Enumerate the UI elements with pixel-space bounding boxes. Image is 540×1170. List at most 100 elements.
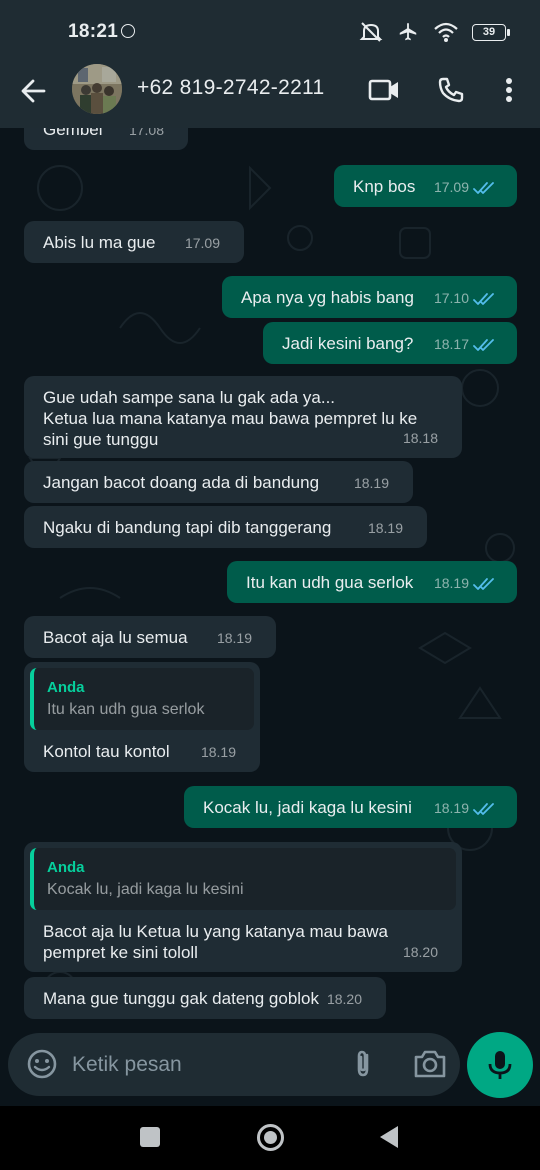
outgoing-message[interactable]: Knp bos 17.09 (334, 165, 517, 207)
status-time: 18:21 (68, 21, 119, 42)
read-receipt-icon (473, 292, 494, 305)
incoming-message[interactable]: Mana gue tunggu gak dateng goblok 18.20 (24, 977, 386, 1019)
message-time: 18.20 (326, 991, 362, 1007)
phone-icon (438, 77, 464, 103)
airplane-icon (399, 22, 417, 41)
message-text: Bacot aja lu Ketua lu yang katanya mau b… (43, 922, 388, 962)
system-nav-bar (0, 1106, 540, 1170)
message-time: 18.19 (200, 744, 236, 760)
message-time: 17.08 (128, 128, 164, 138)
message-text: Itu kan udh gua serlok (246, 573, 414, 592)
message-time: 17.10 (433, 290, 469, 306)
quoted-message[interactable]: Anda Kocak lu, jadi kaga lu kesini (30, 848, 456, 910)
voice-call-button[interactable] (433, 72, 469, 108)
outgoing-message[interactable]: Itu kan udh gua serlok 18.19 (227, 561, 517, 603)
message-text: Ngaku di bandung tapi dib tanggerang (43, 518, 332, 537)
message-time: 17.09 (433, 179, 469, 195)
system-back-button[interactable] (380, 1126, 398, 1148)
emoji-icon (27, 1049, 57, 1079)
video-call-button[interactable] (366, 72, 402, 108)
message-time: 18.19 (367, 520, 403, 536)
message-meta: 18.19 (434, 798, 495, 819)
chat-area[interactable]: Gembel 17.08 Knp bos 17.09 Abis lu ma gue 17.… (0, 128, 540, 1022)
read-receipt-icon (473, 802, 494, 815)
message-time: 18.19 (433, 575, 469, 591)
back-button[interactable] (16, 73, 52, 109)
read-receipt-icon (473, 338, 494, 351)
message-time: 18.19 (353, 475, 389, 491)
message-meta: 18.19 (368, 518, 403, 539)
message-meta: 17.09 (434, 177, 495, 198)
message-text: Bacot aja lu semua (43, 628, 188, 647)
message-meta: 18.20 (327, 989, 362, 1010)
message-text: Gue udah sampe sana lu gak ada ya... Ket… (43, 388, 418, 449)
emoji-button[interactable] (26, 1048, 58, 1080)
quoted-sender: Anda (47, 679, 85, 696)
camera-button[interactable] (412, 1047, 448, 1081)
camera-icon (414, 1050, 446, 1078)
message-meta: 18.19 (217, 628, 252, 649)
message-time: 17.09 (184, 235, 220, 251)
message-meta: 18.18 (403, 428, 438, 449)
message-text: Gembel (43, 128, 103, 139)
attach-icon (357, 1050, 369, 1077)
recents-button[interactable] (140, 1127, 160, 1147)
message-text: Kontol tau kontol (43, 742, 170, 761)
message-time: 18.20 (402, 944, 438, 960)
incoming-message[interactable]: Gue udah sampe sana lu gak ada ya... Ket… (24, 376, 462, 458)
message-meta: 18.19 (201, 742, 236, 763)
message-text: Jadi kesini bang? (282, 334, 414, 353)
video-call-icon (368, 79, 398, 101)
message-text: Apa nya yg habis bang (241, 288, 414, 307)
battery-level: 39 (482, 26, 496, 38)
back-arrow-icon (21, 79, 46, 103)
message-meta: 18.19 (434, 573, 495, 594)
quoted-text: Kocak lu, jadi kaga lu kesini (47, 881, 244, 898)
chat-header: +62 819-2742-2211 (0, 62, 540, 128)
message-composer (8, 1033, 460, 1096)
message-text: Mana gue tunggu gak dateng goblok (43, 989, 320, 1008)
incoming-message[interactable]: Abis lu ma gue 17.09 (24, 221, 244, 263)
message-meta: 18.19 (354, 473, 389, 494)
mic-icon (488, 1051, 512, 1079)
battery-icon: 39 (472, 23, 510, 41)
incoming-message[interactable]: Ngaku di bandung tapi dib tanggerang 18.1… (24, 506, 427, 548)
wifi-icon (434, 22, 458, 42)
message-meta: 17.09 (185, 233, 220, 254)
message-time: 18.19 (433, 800, 469, 816)
outgoing-message[interactable]: Apa nya yg habis bang 17.10 (222, 276, 517, 318)
attach-button[interactable] (346, 1047, 380, 1081)
quoted-text: Itu kan udh gua serlok (47, 701, 205, 718)
incoming-message[interactable]: Bacot aja lu semua 18.19 (24, 616, 276, 658)
voice-message-button[interactable] (467, 1032, 533, 1098)
message-time: 18.18 (402, 430, 438, 446)
more-options-button[interactable] (491, 72, 527, 108)
quoted-message[interactable]: Anda Itu kan udh gua serlok (30, 668, 254, 730)
facebook-notification-icon (121, 24, 135, 38)
outgoing-message[interactable]: Jadi kesini bang? 18.17 (263, 322, 517, 364)
incoming-message[interactable]: Anda Kocak lu, jadi kaga lu kesini Bacot a… (24, 842, 462, 972)
contact-name[interactable]: +62 819-2742-2211 (137, 76, 324, 100)
status-bar: 18:21 39 (0, 0, 540, 62)
message-meta: 18.17 (434, 334, 495, 355)
message-text: Kocak lu, jadi kaga lu kesini (203, 798, 412, 817)
more-icon (506, 78, 512, 102)
composer-bar (0, 1022, 540, 1106)
incoming-message[interactable]: Jangan bacot doang ada di bandung 18.19 (24, 461, 413, 503)
incoming-message[interactable]: Gembel 17.08 (24, 128, 188, 150)
avatar[interactable] (72, 64, 122, 114)
home-button[interactable] (257, 1124, 284, 1151)
incoming-message[interactable]: Anda Itu kan udh gua serlok Kontol tau kon… (24, 662, 260, 772)
message-meta: 17.08 (129, 128, 164, 141)
message-time: 18.17 (433, 336, 469, 352)
message-text: Knp bos (353, 177, 416, 196)
mute-icon (359, 22, 383, 42)
status-icons: 39 (359, 20, 510, 44)
message-text: Abis lu ma gue (43, 233, 156, 252)
read-receipt-icon (473, 577, 494, 590)
message-text: Jangan bacot doang ada di bandung (43, 473, 320, 492)
message-input[interactable] (72, 1033, 322, 1096)
outgoing-message[interactable]: Kocak lu, jadi kaga lu kesini 18.19 (184, 786, 517, 828)
message-meta: 18.20 (403, 942, 438, 963)
quoted-sender: Anda (47, 859, 85, 876)
